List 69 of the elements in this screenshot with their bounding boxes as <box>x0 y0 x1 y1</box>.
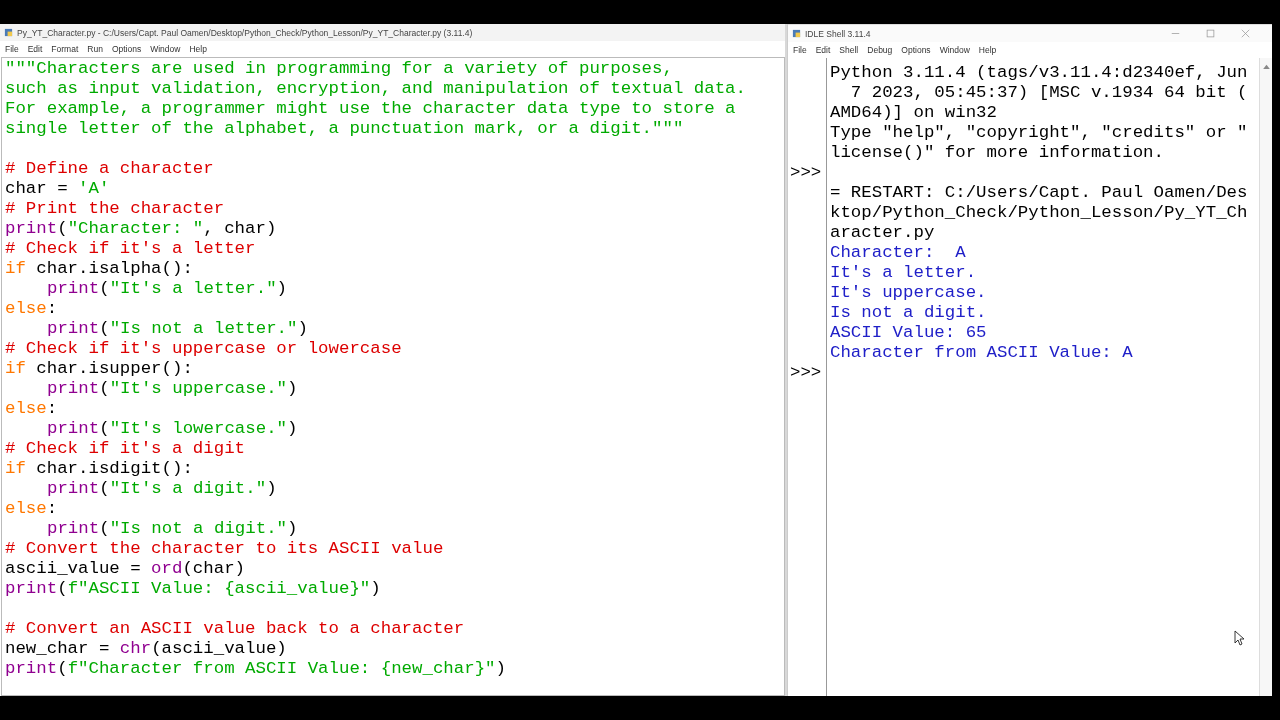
code-line: such as input validation, encryption, and manipulation of textual data. <box>5 79 746 99</box>
code-line: print("It's a digit.") <box>46 479 277 499</box>
code-line: # Convert an ASCII value back to a character <box>5 618 465 639</box>
code-line: print("It's a letter.") <box>46 279 288 299</box>
close-icon[interactable] <box>1241 29 1250 38</box>
shell-output-line: ASCII Value: 65 <box>830 323 987 342</box>
code-line: print("Is not a letter.") <box>46 319 308 339</box>
code-line: # Check if it's uppercase or lowercase <box>5 339 402 359</box>
menu-item[interactable]: Help <box>189 44 207 54</box>
python-file-icon <box>4 28 13 37</box>
menu-item[interactable]: Options <box>111 44 142 54</box>
code-line: else: <box>5 499 58 519</box>
shell-output-line: ktop/Python_Check/Python_Lesson/Py_YT_Ch <box>830 203 1248 222</box>
menu-item[interactable]: Window <box>939 45 970 55</box>
code-line: print("It's uppercase.") <box>46 379 298 399</box>
shell-output-line: It's a letter. <box>830 263 977 282</box>
code-line: # Define a character <box>5 158 214 179</box>
code-line: new_char = chr(ascii_value) <box>5 639 287 659</box>
code-line: print("Is not a digit.") <box>46 519 298 539</box>
shell-output-line: 7 2023, 05:45:37) [MSC v.1934 64 bit ( <box>849 83 1248 102</box>
maximize-icon[interactable] <box>1206 29 1215 38</box>
window-title: Py_YT_Character.py - C:/Users/Capt. Paul Oamen/Desktop/Python_Check/Python_Lesson/Py_YT_Character.py (3.11.4) <box>17 27 473 38</box>
menu-item[interactable]: Help <box>978 45 997 55</box>
menu-item[interactable]: File <box>5 44 19 54</box>
menu-item[interactable]: Shell <box>839 45 859 55</box>
code-line: if char.isdigit(): <box>5 459 193 479</box>
code-line: # Convert the character to its ASCII value <box>5 539 444 559</box>
shell-output-line: license()" for more information. <box>830 143 1164 162</box>
menu-item[interactable]: Window <box>150 44 181 54</box>
code-line: ascii_value = ord(char) <box>5 559 246 579</box>
code-line: if char.isupper(): <box>5 359 193 379</box>
menu-item[interactable]: File <box>793 45 807 55</box>
code-line: if char.isalpha(): <box>5 259 193 279</box>
code-line: """Characters are used in programming for a variety of purposes, <box>5 59 673 79</box>
shell-output-line: Python 3.11.4 (tags/v3.11.4:d2340ef, Jun <box>830 63 1248 82</box>
shell-output-line: Character from ASCII Value: A <box>830 343 1133 362</box>
menu-item[interactable]: Debug <box>867 45 893 55</box>
shell-output-line: Type "help", "copyright", "credits" or " <box>830 123 1248 142</box>
code-line: # Print the character <box>5 199 225 219</box>
code-line: char = 'A' <box>5 179 110 199</box>
code-line: # Check if it's a letter <box>5 239 256 259</box>
menu-item[interactable]: Options <box>901 45 931 55</box>
code-line: else: <box>5 299 58 319</box>
code-editor[interactable] <box>1 57 785 696</box>
code-line: print("It's lowercase.") <box>46 419 298 439</box>
code-line: single letter of the alphabet, a punctuation mark, or a digit.""" <box>5 119 684 139</box>
mouse-pointer-icon <box>1234 630 1244 646</box>
shell-output-line: = RESTART: C:/Users/Capt. Paul Oamen/Des <box>830 183 1248 202</box>
shell-prompt: >>> <box>790 363 822 382</box>
code-line: For example, a programmer might use the character data type to store a <box>5 99 736 119</box>
shell-output-line: AMD64)] on win32 <box>830 103 997 122</box>
code-line: print("Character: ", char) <box>5 219 277 239</box>
shell-output-line: Character: A <box>830 243 966 262</box>
menu-item[interactable]: Format <box>51 44 79 54</box>
shell-output-line: Is not a digit. <box>830 303 987 322</box>
code-line: print(f"Character from ASCII Value: {new_char}") <box>5 659 506 679</box>
menu-item[interactable]: Edit <box>27 44 43 54</box>
menu-item[interactable]: Edit <box>815 45 831 55</box>
shell-prompt: >>> <box>790 163 822 182</box>
menu-item[interactable]: Run <box>87 44 103 54</box>
window-title: IDLE Shell 3.11.4 <box>805 28 871 39</box>
python-file-icon <box>792 29 801 38</box>
code-line: print(f"ASCII Value: {ascii_value}") <box>5 579 381 599</box>
shell-output-line: It's uppercase. <box>830 283 987 302</box>
scrollbar[interactable] <box>1259 58 1272 696</box>
code-line: # Check if it's a digit <box>5 439 246 459</box>
shell-output-line: aracter.py <box>830 223 935 242</box>
scroll-up-icon[interactable] <box>1262 64 1270 69</box>
code-line: else: <box>5 399 58 419</box>
